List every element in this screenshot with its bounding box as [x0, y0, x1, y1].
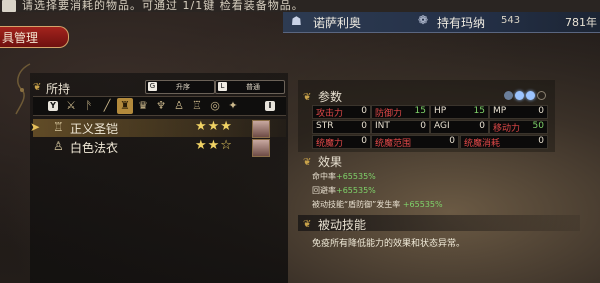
stat-value: 50: [532, 121, 544, 131]
year-display: 781年: [565, 16, 597, 29]
stat-cell: AGI 0: [430, 120, 489, 134]
item-name: 白色法衣: [70, 141, 119, 155]
character-name: 诺萨利奥: [313, 16, 362, 30]
section-ornament-icon: ❦: [33, 82, 42, 93]
amulet-icon[interactable]: ♆: [153, 98, 169, 114]
stat-label: 攻击力: [316, 109, 344, 119]
stat-cell: 攻击力 0: [312, 105, 371, 119]
category-next-key[interactable]: I: [265, 101, 275, 111]
sort-order-button[interactable]: G 升序: [145, 80, 215, 94]
mana-value: 543: [501, 15, 521, 26]
sort-order-label: 升序: [176, 83, 190, 91]
helmet-icon[interactable]: ♜: [117, 98, 133, 114]
stat-value: 15: [414, 106, 426, 116]
robe-icon[interactable]: ♙: [171, 98, 187, 114]
stat-label: HP: [434, 106, 447, 116]
stat-label: STR: [316, 121, 334, 131]
section-ornament-icon: ❦: [303, 92, 312, 103]
passive-description: 免疫所有降低能力的效果和状态异常。: [312, 239, 466, 249]
misc-icon[interactable]: ✦: [225, 98, 241, 114]
dagger-icon[interactable]: ╱: [99, 98, 115, 114]
selection-arrow-icon: ➤: [30, 120, 41, 134]
section-ornament-icon: ❦: [303, 219, 312, 230]
menu-tab[interactable]: 具管理: [0, 26, 69, 48]
slot-icon: [537, 91, 546, 100]
effect-label: 回避率: [312, 186, 336, 195]
note-icon: [2, 0, 16, 12]
inventory-title: 所持: [46, 82, 71, 96]
category-bar: Y ⚔ ᚫ ╱ ♜ ♛ ♆ ♙ ♖ ◎ ✦ I: [33, 96, 286, 116]
sword-icon[interactable]: ⚔: [63, 98, 79, 114]
slot-icon: [504, 91, 513, 100]
section-ornament-icon: ❦: [303, 157, 312, 168]
stat-value: 0: [361, 136, 367, 146]
mana-icon: ❁: [418, 13, 429, 27]
key-g: G: [148, 82, 157, 91]
stat-value: 0: [449, 136, 455, 146]
character-class-icon: ☗: [291, 14, 302, 28]
stat-label: 统魔力: [316, 139, 344, 149]
axe-icon[interactable]: ᚫ: [81, 98, 97, 114]
key-l: L: [218, 82, 227, 91]
equipped-portrait: [252, 139, 270, 157]
stat-value: 0: [361, 106, 367, 116]
stat-label: AGI: [434, 121, 450, 131]
crown-icon[interactable]: ♛: [135, 98, 151, 114]
stat-value: 0: [420, 121, 426, 131]
stat-label: INT: [375, 121, 390, 131]
effect-value: +65535%: [336, 186, 376, 195]
effects-title: 效果: [318, 155, 343, 169]
item-stars: ★★★: [195, 119, 233, 134]
list-item[interactable]: ➤ ♖ 正义圣铠 ★★★: [30, 119, 286, 138]
stat-value: 0: [538, 136, 544, 146]
stat-value: 15: [473, 106, 485, 116]
stat-value: 0: [479, 121, 485, 131]
item-stars: ★★☆: [195, 138, 233, 153]
stat-label: MP: [493, 106, 507, 116]
ring-icon[interactable]: ◎: [207, 98, 223, 114]
stat-cell: MP 0: [489, 105, 548, 119]
stat-cell: 统魔消耗 0: [460, 135, 548, 149]
armor-icon[interactable]: ♖: [189, 98, 205, 114]
view-mode-button[interactable]: L 普通: [215, 80, 285, 94]
armor-icon: ♖: [53, 120, 64, 134]
effect-value: +65535%: [336, 172, 376, 181]
passive-title: 被动技能: [318, 218, 367, 232]
stat-label: 防御力: [375, 109, 403, 119]
stat-cell: STR 0: [312, 120, 371, 134]
stat-label: 移动力: [493, 124, 521, 134]
effect-label: 命中率: [312, 172, 336, 181]
slot-icon: [526, 91, 535, 100]
stat-cell: HP 15: [430, 105, 489, 119]
effect-line: 回避率+65535%: [312, 185, 376, 196]
stat-label: 统魔消耗: [464, 139, 501, 149]
list-item[interactable]: ♙ 白色法衣 ★★☆: [33, 138, 286, 157]
effect-line: 被动技能“盾防御”发生率 +65535%: [312, 199, 443, 210]
stat-value: 0: [538, 106, 544, 116]
robe-icon: ♙: [53, 139, 64, 153]
stat-value: 0: [361, 121, 367, 131]
category-prev-key[interactable]: Y: [48, 101, 58, 111]
equipped-portrait: [252, 120, 270, 138]
menu-tab-label: 具管理: [2, 31, 39, 45]
slot-icon: [515, 91, 524, 100]
stat-cell: 统魔范围 0: [371, 135, 459, 149]
stat-cell: INT 0: [371, 120, 430, 134]
stat-cell: 移动力 50: [489, 120, 548, 134]
item-name: 正义圣铠: [70, 122, 119, 136]
effect-label: 被动技能“盾防御”发生率: [312, 200, 401, 209]
effect-line: 命中率+65535%: [312, 171, 376, 182]
mana-label: 持有玛纳: [437, 16, 486, 30]
stat-cell: 防御力 15: [371, 105, 430, 119]
params-title: 参数: [318, 90, 343, 104]
stat-label: 统魔范围: [375, 139, 412, 149]
view-mode-label: 普通: [246, 83, 260, 91]
effect-value: +65535%: [402, 200, 443, 209]
stat-cell: 统魔力 0: [312, 135, 371, 149]
tip-text: 请选择要消耗的物品。可通过 1/1键 检看装备物品。: [22, 0, 304, 12]
